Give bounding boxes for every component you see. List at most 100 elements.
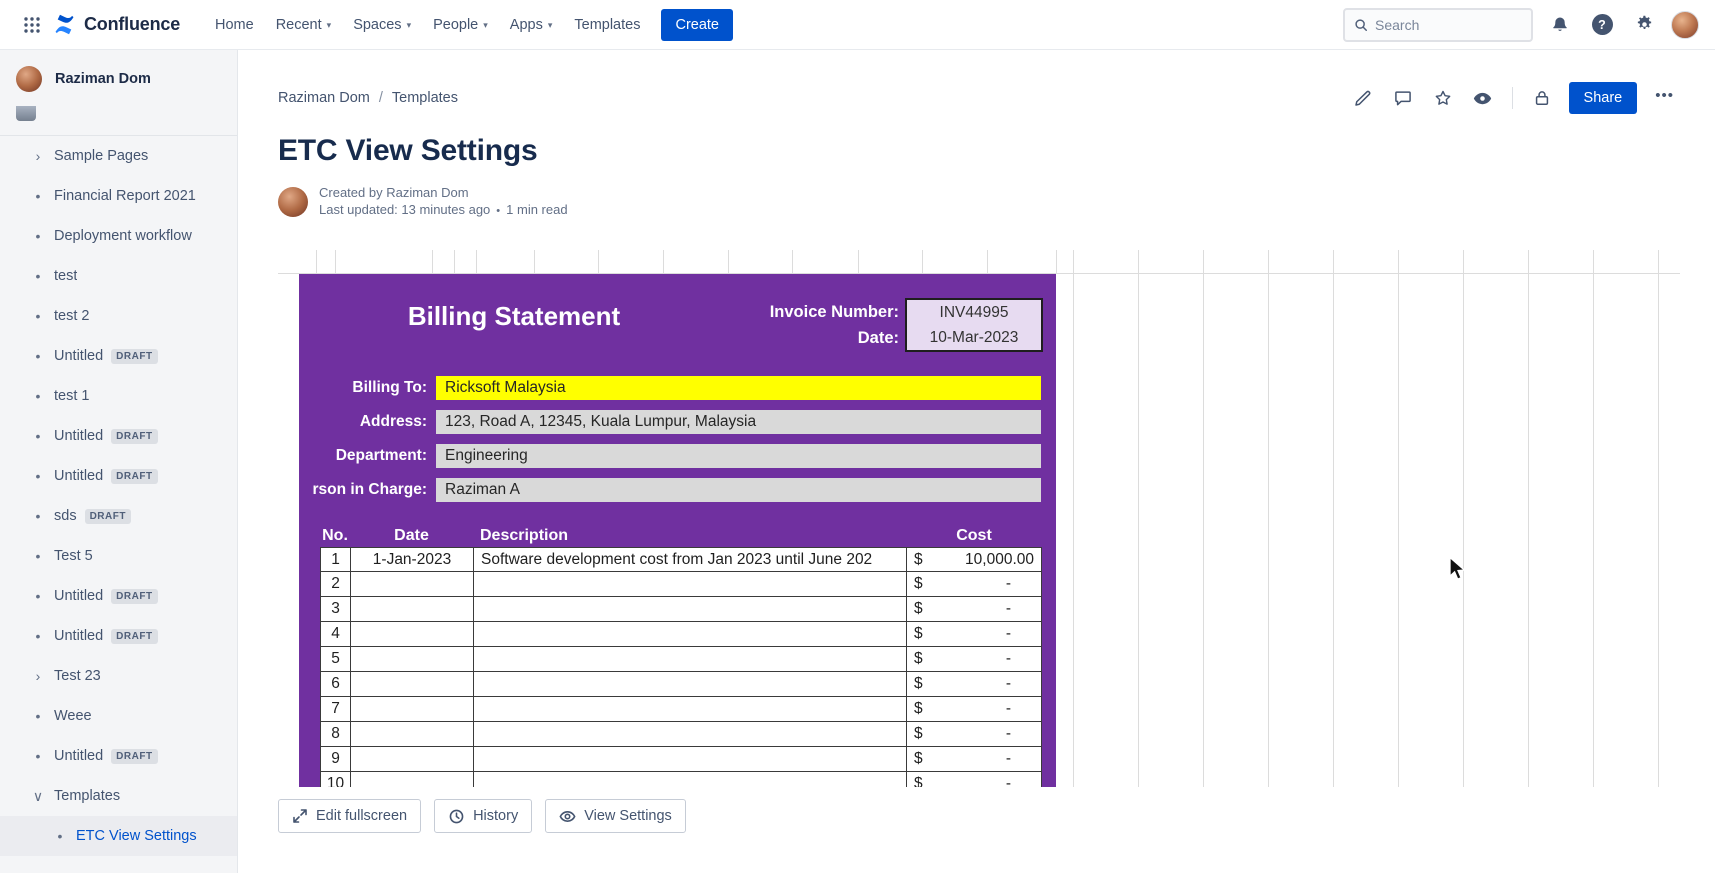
- sidebar-page-item[interactable]: • Financial Report 2021: [0, 176, 237, 216]
- nav-item-home[interactable]: Home: [204, 9, 265, 41]
- page-content: Raziman Dom / Templates: [238, 50, 1715, 873]
- sidebar-page-item[interactable]: • Untitled DRAFT: [0, 456, 237, 496]
- app-switcher-button[interactable]: [16, 9, 48, 41]
- sidebar-page-item[interactable]: • Test 5: [0, 536, 237, 576]
- gridline: [922, 250, 923, 273]
- sidebar-page-item[interactable]: • Deployment workflow: [0, 216, 237, 256]
- sidebar-page-item[interactable]: • test 1: [0, 376, 237, 416]
- favourite-button[interactable]: [1426, 82, 1460, 114]
- table-row: 2 $ -: [320, 572, 1042, 597]
- sidebar-item-label: Deployment workflow: [54, 228, 192, 244]
- sidebar-page-item[interactable]: • Untitled DRAFT: [0, 336, 237, 376]
- tree-marker-icon: ∨: [30, 788, 46, 805]
- cell-description: [473, 572, 906, 597]
- currency-symbol: $: [914, 548, 923, 571]
- settings-button[interactable]: [1629, 10, 1659, 40]
- cell-description: [473, 597, 906, 622]
- cell-date: [350, 622, 473, 647]
- sidebar-page-item[interactable]: › Sample Pages: [0, 136, 237, 176]
- macro-actions: Edit fullscreen History View Settings: [278, 799, 1682, 833]
- cell-description: [473, 747, 906, 772]
- nav-item-apps[interactable]: Apps▾: [499, 9, 564, 41]
- view-settings-button[interactable]: View Settings: [545, 799, 686, 833]
- sidebar-page-item[interactable]: • sds DRAFT: [0, 496, 237, 536]
- sidebar-page-item[interactable]: • Untitled DRAFT: [0, 736, 237, 776]
- notifications-button[interactable]: [1545, 10, 1575, 40]
- page-tree: › Sample Pages • Financial Report 2021 •…: [0, 136, 237, 856]
- sidebar-item-label: test: [54, 268, 77, 284]
- gear-icon: [1634, 14, 1655, 35]
- table-row: 1 1-Jan-2023 Software development cost f…: [320, 547, 1042, 572]
- nav-label: Spaces: [353, 17, 401, 33]
- chevron-down-icon: ▾: [548, 21, 553, 31]
- user-avatar[interactable]: [1671, 11, 1699, 39]
- currency-symbol: $: [914, 597, 923, 621]
- sidebar-item-label: Untitled: [54, 428, 103, 444]
- sidebar-item-label: Templates: [54, 788, 120, 804]
- gridline: [335, 250, 336, 273]
- history-button[interactable]: History: [434, 799, 532, 833]
- restrictions-button[interactable]: [1525, 82, 1559, 114]
- tree-marker-icon: •: [30, 468, 46, 484]
- gridline: [598, 250, 599, 273]
- button-label: Edit fullscreen: [316, 808, 407, 824]
- chevron-down-icon: ▾: [483, 21, 488, 31]
- sidebar-item-label: Test 23: [54, 668, 101, 684]
- billing-statement: Billing Statement Invoice Number: Date: …: [299, 274, 1056, 787]
- nav-item-spaces[interactable]: Spaces▾: [342, 9, 422, 41]
- confluence-logo[interactable]: Confluence: [52, 12, 180, 37]
- tree-marker-icon: •: [30, 388, 46, 404]
- sidebar-page-item[interactable]: • Weee: [0, 696, 237, 736]
- sidebar-page-item[interactable]: • Untitled DRAFT: [0, 616, 237, 656]
- table-row: 7 $ -: [320, 697, 1042, 722]
- page-title: ETC View Settings: [278, 134, 1682, 168]
- nav-item-templates[interactable]: Templates: [563, 9, 651, 41]
- spreadsheet-macro[interactable]: Billing Statement Invoice Number: Date: …: [278, 250, 1680, 787]
- cell-cost: $ -: [906, 722, 1042, 747]
- comments-button[interactable]: [1386, 82, 1420, 114]
- cell-description: [473, 622, 906, 647]
- search-input[interactable]: [1375, 17, 1522, 33]
- draft-badge: DRAFT: [85, 509, 131, 524]
- sidebar-page-item[interactable]: • test 2: [0, 296, 237, 336]
- breadcrumb-space-link[interactable]: Raziman Dom: [278, 90, 370, 106]
- gridline: [728, 250, 729, 273]
- sidebar-page-item[interactable]: • ETC View Settings: [0, 816, 237, 856]
- page-actions: Share •••: [1346, 82, 1682, 114]
- sidebar-page-item[interactable]: • Untitled DRAFT: [0, 576, 237, 616]
- sidebar-item-label: ETC View Settings: [76, 828, 197, 844]
- help-button[interactable]: [1587, 10, 1617, 40]
- byline-text: Created by Raziman Dom Last updated: 13 …: [319, 184, 568, 220]
- currency-symbol: $: [914, 697, 923, 721]
- sidebar-page-item[interactable]: • test: [0, 256, 237, 296]
- cost-amount: -: [1006, 722, 1011, 746]
- cell-cost: $ -: [906, 647, 1042, 672]
- read-time-text: 1 min read: [506, 202, 567, 217]
- cell-cost: $ -: [906, 772, 1042, 787]
- nav-item-recent[interactable]: Recent▾: [265, 9, 342, 41]
- primary-nav: Home Recent▾ Spaces▾ People▾ Apps▾ Templ…: [204, 9, 651, 41]
- cell-no: 6: [320, 672, 350, 697]
- search-icon: [1354, 17, 1368, 33]
- watch-button[interactable]: [1466, 82, 1500, 114]
- edit-button[interactable]: [1346, 82, 1380, 114]
- nav-item-people[interactable]: People▾: [422, 9, 499, 41]
- more-button[interactable]: •••: [1647, 83, 1682, 114]
- field-row: Department: Engineering: [299, 444, 1056, 468]
- edit-fullscreen-button[interactable]: Edit fullscreen: [278, 799, 421, 833]
- share-button[interactable]: Share: [1569, 82, 1638, 114]
- cost-amount: -: [1006, 697, 1011, 721]
- sidebar-page-item[interactable]: • Untitled DRAFT: [0, 416, 237, 456]
- sidebar-page-item[interactable]: › Test 23: [0, 656, 237, 696]
- create-button[interactable]: Create: [661, 9, 733, 41]
- cell-cost: $ -: [906, 572, 1042, 597]
- breadcrumb-section-link[interactable]: Templates: [392, 90, 458, 106]
- gridline: [534, 250, 535, 273]
- top-navigation: Confluence Home Recent▾ Spaces▾ People▾ …: [0, 0, 1715, 50]
- confluence-logo-icon: [52, 12, 77, 37]
- sidebar-page-item[interactable]: ∨ Templates: [0, 776, 237, 816]
- space-header[interactable]: Raziman Dom: [0, 50, 237, 106]
- last-updated-text[interactable]: Last updated: 13 minutes ago: [319, 202, 490, 217]
- button-label: View Settings: [584, 808, 672, 824]
- currency-symbol: $: [914, 672, 923, 696]
